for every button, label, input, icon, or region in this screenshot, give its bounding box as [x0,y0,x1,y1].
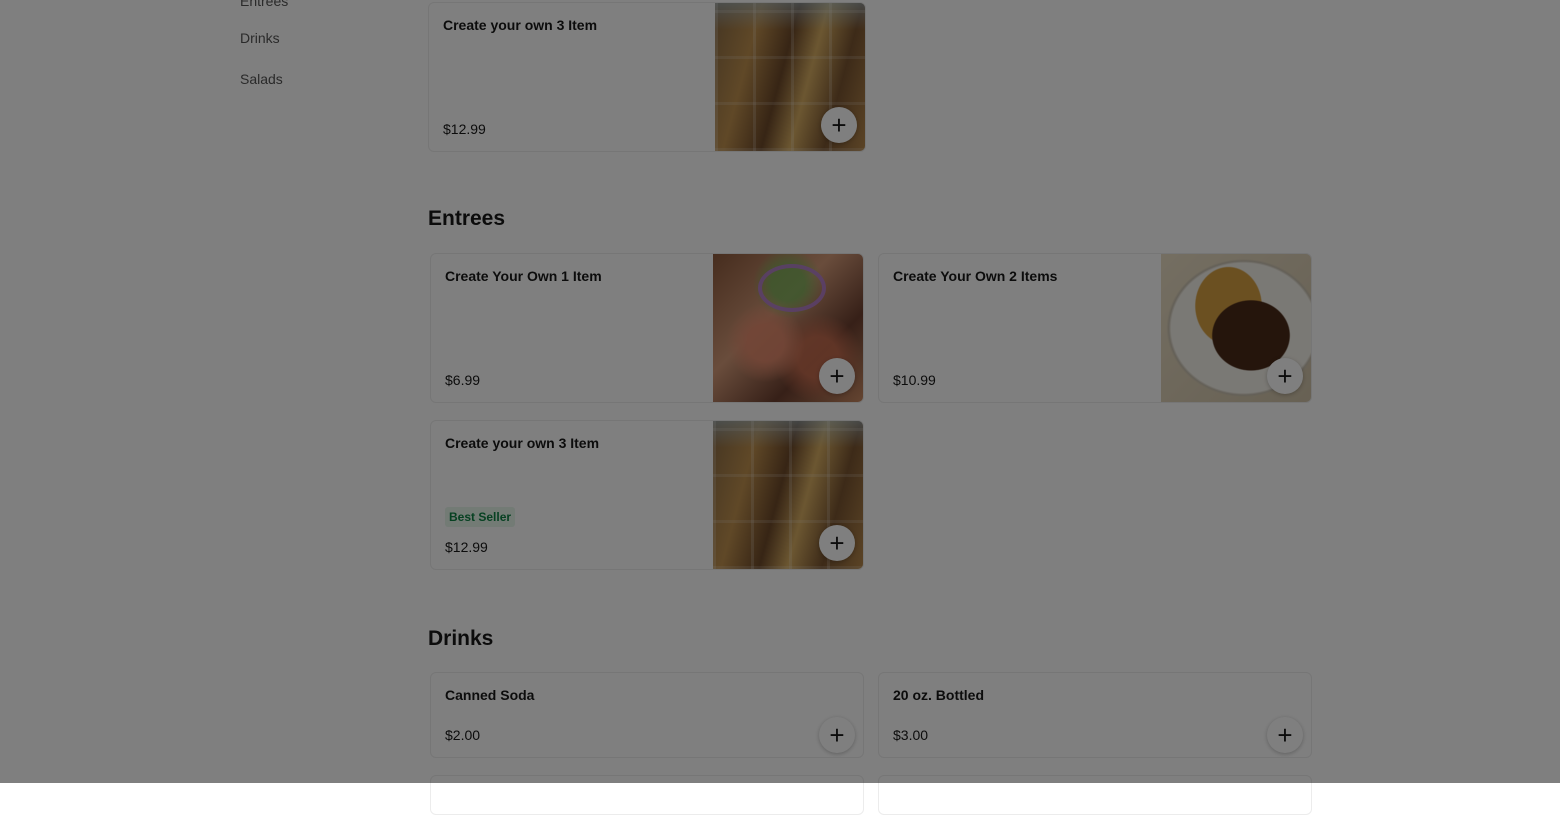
plus-icon: + [829,720,845,750]
menu-item-card[interactable]: Create Your Own 1 Item $6.99 + [430,253,864,403]
plus-icon: + [829,361,845,391]
menu-item-card[interactable]: Create your own 3 Item $12.99 + [428,2,866,152]
add-item-button[interactable]: + [819,358,855,394]
menu-item-price: $10.99 [893,372,936,388]
best-seller-badge: Best Seller [445,507,516,527]
menu-item-name: Create your own 3 Item [443,17,598,33]
section-title-entrees: Entrees [428,207,506,230]
add-item-button[interactable]: + [819,525,855,561]
plus-icon: + [831,110,847,140]
sidebar-item-drinks[interactable]: Drinks [240,30,280,46]
menu-item-name: 20 oz. Bottled [893,687,985,703]
menu-item-card[interactable]: Create Your Own 2 Items $10.99 + [878,253,1312,403]
menu-item-price: $6.99 [445,372,481,388]
menu-item-price: $2.00 [445,727,481,743]
plus-icon: + [1277,361,1293,391]
add-item-button[interactable]: + [1267,717,1303,753]
sidebar-item-salads[interactable]: Salads [240,71,283,87]
menu-item-card[interactable]: Canned Soda $2.00 + [430,672,864,758]
sidebar-item-entrees[interactable]: Entrees [240,0,288,9]
add-item-button[interactable]: + [819,717,855,753]
menu-item-price: $12.99 [443,121,486,137]
section-title-drinks: Drinks [428,627,494,650]
menu-item-card[interactable] [430,775,864,815]
menu-item-name: Create Your Own 1 Item [445,268,602,284]
add-item-button[interactable]: + [821,107,857,143]
menu-item-card[interactable]: 20 oz. Bottled $3.00 + [878,672,1312,758]
menu-item-card[interactable]: Create your own 3 Item Best Seller $12.9… [430,420,864,570]
menu-item-price: $12.99 [445,539,488,555]
menu-item-card[interactable] [878,775,1312,815]
menu-item-name: Create your own 3 Item [445,435,600,451]
menu-item-name: Canned Soda [445,687,535,703]
plus-icon: + [1277,720,1293,750]
plus-icon: + [829,528,845,558]
menu-item-price: $3.00 [893,727,929,743]
add-item-button[interactable]: + [1267,358,1303,394]
menu-item-name: Create Your Own 2 Items [893,268,1058,284]
